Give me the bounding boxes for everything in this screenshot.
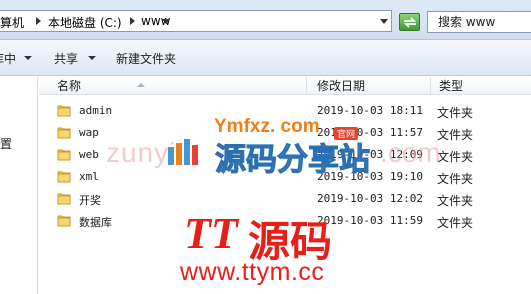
folder-icon bbox=[57, 149, 71, 161]
file-row[interactable]: web 2019-10-03 12:09 文件夹 bbox=[39, 144, 531, 166]
breadcrumb-computer[interactable]: 算机 bbox=[0, 14, 24, 31]
file-type: 文件夹 bbox=[437, 194, 474, 208]
file-type: 文件夹 bbox=[437, 172, 474, 186]
breadcrumb-local-disk[interactable]: 本地磁盘 (C:) bbox=[48, 14, 122, 31]
file-name: 数据库 bbox=[79, 216, 112, 229]
address-bar[interactable]: 算机 本地磁盘 (C:) www bbox=[0, 10, 392, 32]
share-dropdown-icon[interactable] bbox=[88, 56, 96, 60]
nav-item[interactable]: 置 bbox=[0, 135, 12, 152]
refresh-button[interactable] bbox=[399, 13, 420, 31]
file-row[interactable]: 数据库 2019-10-03 11:59 文件夹 bbox=[39, 210, 531, 232]
column-header-name[interactable]: 名称 bbox=[49, 77, 307, 95]
file-type: 文件夹 bbox=[437, 150, 474, 164]
folder-icon bbox=[57, 171, 71, 183]
file-modified: 2019-10-03 12:09 bbox=[317, 148, 423, 161]
file-name: 开奖 bbox=[79, 194, 101, 207]
file-list: admin 2019-10-03 18:11 文件夹 wap 2019-10-0… bbox=[39, 100, 531, 232]
file-row[interactable]: wap 2019-10-03 11:57 文件夹 bbox=[39, 122, 531, 144]
column-header-row: 名称 修改日期 类型 bbox=[39, 77, 531, 95]
share-menu-button[interactable]: 共享 bbox=[54, 50, 78, 67]
file-name: web bbox=[79, 148, 99, 161]
breadcrumb-dropdown-icon[interactable] bbox=[162, 19, 170, 28]
search-field[interactable] bbox=[427, 11, 531, 33]
organize-menu-button[interactable]: 库中 bbox=[0, 50, 16, 67]
sort-ascending-icon bbox=[137, 83, 145, 87]
folder-icon bbox=[57, 105, 71, 117]
file-modified: 2019-10-03 11:57 bbox=[317, 126, 423, 139]
navigation-pane: 置 bbox=[0, 77, 38, 294]
column-header-modified[interactable]: 修改日期 bbox=[309, 77, 431, 95]
breadcrumb-separator-icon[interactable] bbox=[130, 17, 135, 25]
file-modified: 2019-10-03 18:11 bbox=[317, 104, 423, 117]
column-header-name-label: 名称 bbox=[57, 79, 82, 93]
file-modified: 2019-10-03 11:59 bbox=[317, 214, 423, 227]
command-bar: 库中 共享 新建文件夹 bbox=[0, 40, 531, 76]
file-row[interactable]: admin 2019-10-03 18:11 文件夹 bbox=[39, 100, 531, 122]
folder-icon bbox=[57, 127, 71, 139]
file-row[interactable]: 开奖 2019-10-03 12:02 文件夹 bbox=[39, 188, 531, 210]
column-header-type[interactable]: 类型 bbox=[431, 77, 531, 95]
file-type: 文件夹 bbox=[437, 216, 474, 230]
column-header-modified-label: 修改日期 bbox=[317, 79, 366, 93]
search-input[interactable] bbox=[428, 12, 531, 32]
new-folder-button[interactable]: 新建文件夹 bbox=[116, 50, 176, 67]
refresh-arrows-icon bbox=[403, 17, 417, 28]
file-type: 文件夹 bbox=[437, 128, 474, 142]
folder-icon bbox=[57, 215, 71, 227]
organize-dropdown-icon[interactable] bbox=[24, 56, 32, 60]
column-header-type-label: 类型 bbox=[439, 79, 464, 93]
file-name: wap bbox=[79, 126, 99, 139]
file-type: 文件夹 bbox=[437, 106, 474, 120]
file-name: admin bbox=[79, 104, 113, 117]
file-modified: 2019-10-03 19:10 bbox=[317, 170, 423, 183]
address-bar-row: 算机 本地磁盘 (C:) www bbox=[0, 0, 531, 40]
watermark-url-text: www.ttym.cc bbox=[180, 258, 325, 286]
breadcrumb-separator-icon[interactable] bbox=[36, 17, 41, 25]
file-name: xml bbox=[79, 170, 99, 183]
file-row[interactable]: xml 2019-10-03 19:10 文件夹 bbox=[39, 166, 531, 188]
folder-icon bbox=[57, 193, 71, 205]
address-dropdown-icon[interactable] bbox=[380, 19, 388, 24]
file-modified: 2019-10-03 12:02 bbox=[317, 192, 423, 205]
